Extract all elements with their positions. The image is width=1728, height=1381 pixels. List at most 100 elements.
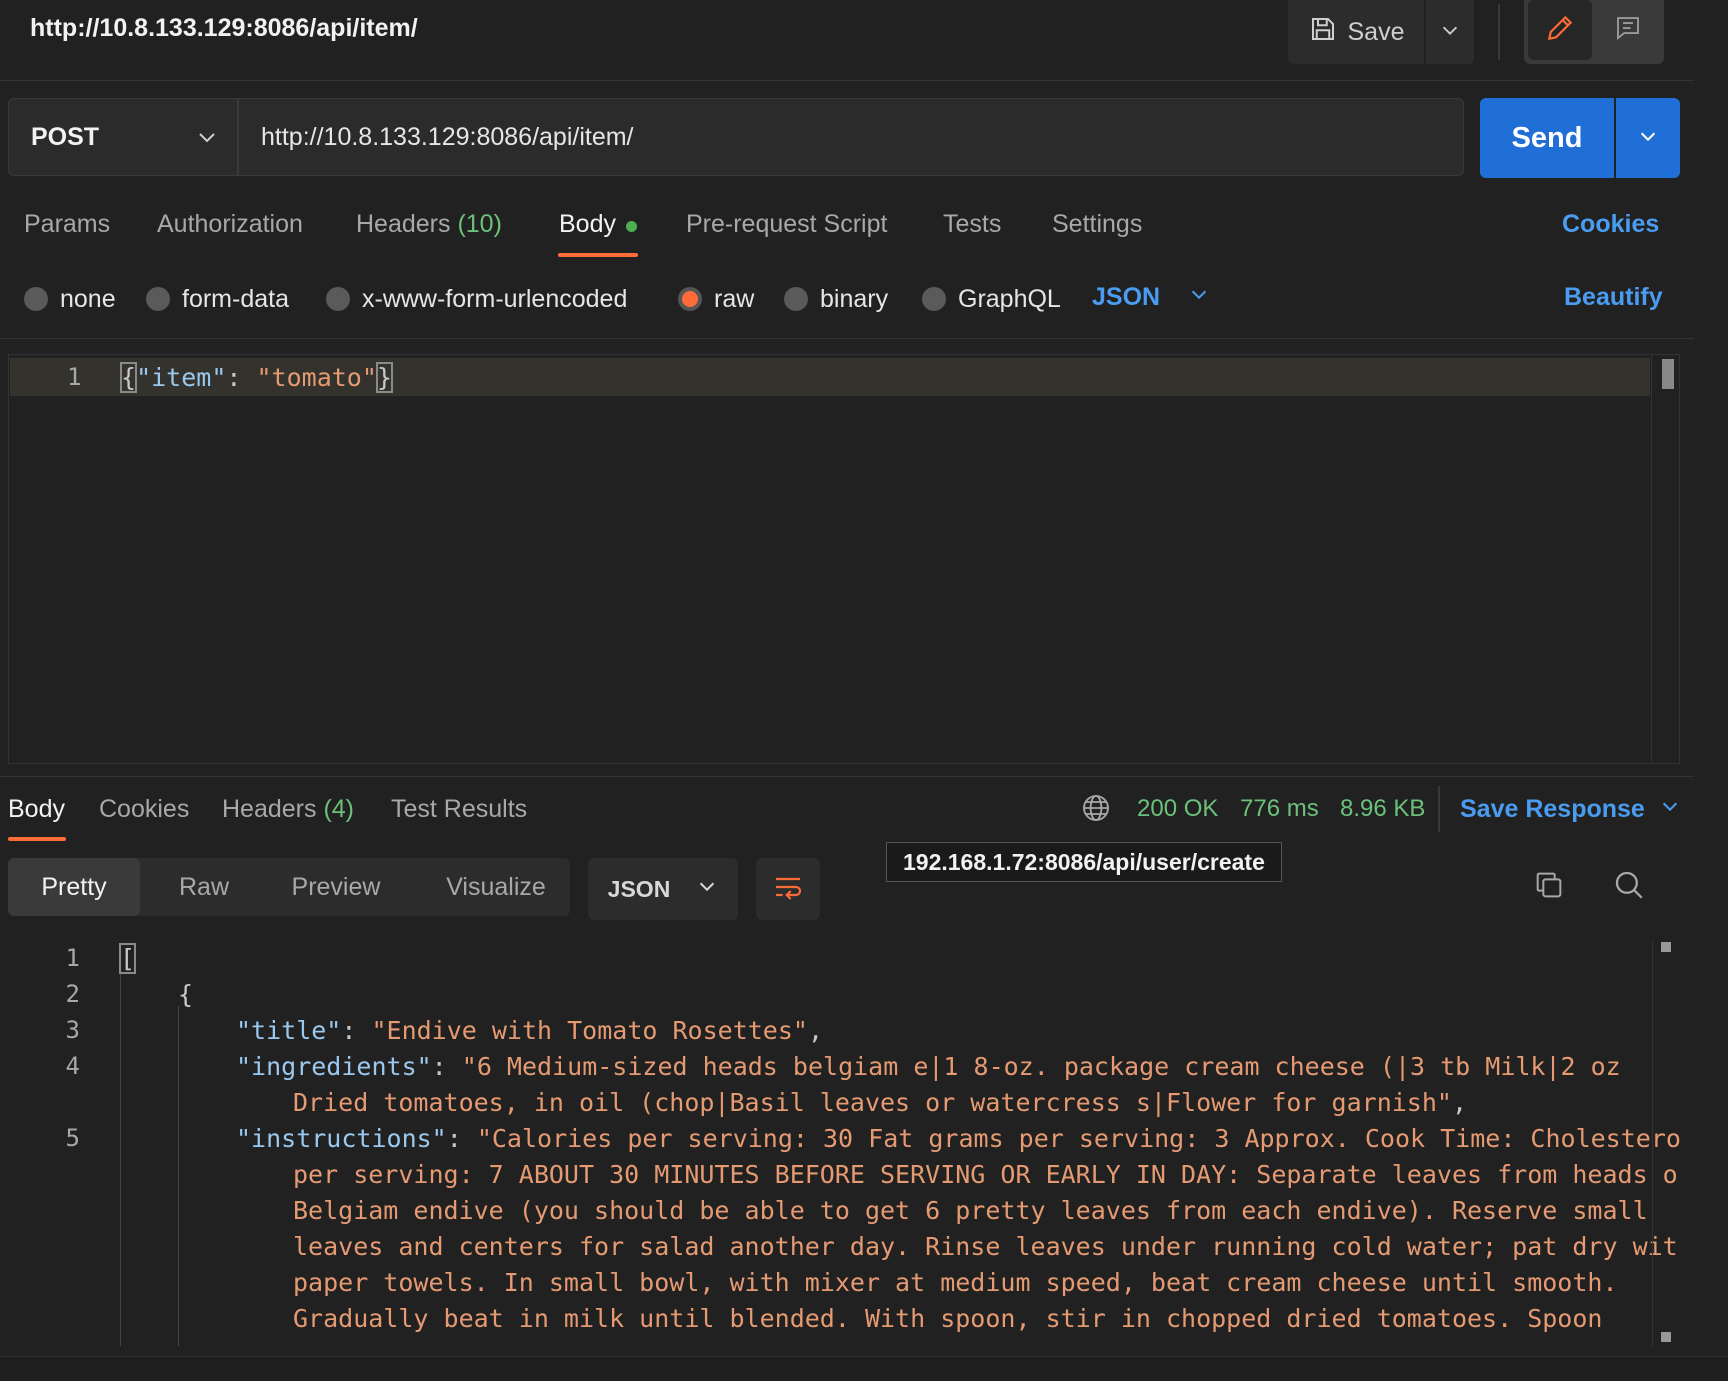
save-label: Save	[1347, 17, 1405, 46]
scrollbar-end-marker	[1661, 1332, 1671, 1342]
indent-guide	[120, 970, 121, 1346]
divider	[0, 338, 1694, 339]
pencil-icon	[1544, 12, 1576, 49]
json-key: "ingredients"	[236, 1052, 432, 1081]
send-options-button[interactable]	[1616, 98, 1680, 178]
comment-icon	[1613, 13, 1643, 48]
radio-label: GraphQL	[958, 284, 1061, 313]
response-tab-test-results[interactable]: Test Results	[391, 795, 527, 824]
json-line-instructions: "instructions": "Calories per serving: 3…	[236, 1124, 1680, 1153]
wrap-lines-icon	[772, 871, 804, 908]
line-number: 2	[65, 980, 80, 1008]
request-body-editor[interactable]: 1 {"item": "tomato"}	[8, 354, 1680, 764]
radio-indicator	[922, 287, 946, 311]
json-string: "Calories per serving: 30 Fat grams per …	[476, 1124, 1680, 1153]
json-colon: :	[341, 1016, 372, 1045]
view-preview-button[interactable]: Preview	[270, 858, 402, 916]
open-brace: {	[119, 362, 138, 393]
editor-scrollbar[interactable]	[1652, 940, 1680, 1346]
view-pretty-button[interactable]: Pretty	[8, 858, 140, 916]
method-select[interactable]: POST	[8, 98, 238, 176]
indent-guide	[178, 1006, 179, 1346]
json-colon: :	[446, 1124, 477, 1153]
mode-toggle-group	[1524, 0, 1664, 64]
response-tab-headers[interactable]: Headers (4)	[222, 795, 354, 824]
radio-label: none	[60, 284, 116, 313]
tab-authorization[interactable]: Authorization	[157, 210, 303, 239]
radio-indicator-selected	[678, 287, 702, 311]
json-array-open: [	[118, 943, 137, 974]
status-code[interactable]: 200 OK	[1137, 795, 1218, 823]
comments-button[interactable]	[1596, 0, 1660, 60]
tab-settings[interactable]: Settings	[1052, 210, 1142, 239]
line-number: 5	[65, 1124, 80, 1152]
url-tooltip: 192.168.1.72:8086/api/user/create	[886, 842, 1282, 882]
response-tab-headers-label: Headers	[222, 795, 317, 823]
radio-label: binary	[820, 284, 889, 313]
radio-graphql[interactable]: GraphQL	[922, 284, 1061, 314]
radio-indicator	[24, 287, 48, 311]
tab-pre-request-script[interactable]: Pre-request Script	[686, 210, 887, 239]
json-string: Dried tomatoes, in oil (chop|Basil leave…	[293, 1088, 1452, 1117]
json-colon: :	[226, 363, 257, 392]
response-view-group: Pretty Raw Preview Visualize	[8, 858, 570, 916]
open-bracket: [	[118, 943, 137, 974]
chevron-down-icon	[1188, 283, 1210, 312]
json-comma: ,	[1451, 1088, 1468, 1117]
line-number: 3	[65, 1016, 80, 1044]
editor-scrollbar[interactable]	[1651, 355, 1680, 763]
response-body-editor[interactable]: 1 2 3 4 5 [ { "title": "Endive with Toma…	[0, 940, 1680, 1346]
tab-params[interactable]: Params	[24, 210, 110, 239]
radio-label: raw	[714, 284, 755, 313]
request-body-code: {"item": "tomato"}	[119, 362, 393, 393]
divider	[1438, 786, 1440, 832]
tab-headers[interactable]: Headers (10)	[356, 210, 502, 239]
chevron-down-icon	[1637, 125, 1659, 152]
globe-icon[interactable]	[1080, 792, 1112, 829]
radio-raw[interactable]: raw	[678, 284, 754, 314]
body-language-select[interactable]: JSON	[1092, 283, 1210, 312]
tab-tests[interactable]: Tests	[943, 210, 1001, 239]
radio-x-www-form-urlencoded[interactable]: x-www-form-urlencoded	[326, 284, 627, 314]
json-line-ingredients-wrap: Dried tomatoes, in oil (chop|Basil leave…	[293, 1088, 1467, 1117]
send-button[interactable]: Send	[1480, 98, 1614, 178]
save-response-button[interactable]: Save Response	[1460, 795, 1681, 824]
save-options-button[interactable]	[1426, 0, 1474, 64]
radio-indicator	[146, 287, 170, 311]
beautify-button[interactable]: Beautify	[1564, 283, 1663, 312]
tab-body[interactable]: Body	[559, 210, 616, 239]
url-input[interactable]: http://10.8.133.129:8086/api/item/	[238, 98, 1464, 176]
line-number: 1	[67, 363, 82, 391]
active-tab-indicator	[558, 253, 638, 257]
wrap-lines-button[interactable]	[756, 858, 820, 920]
toolbar-divider	[1498, 4, 1500, 60]
scrollbar-thumb[interactable]	[1661, 942, 1671, 952]
radio-binary[interactable]: binary	[784, 284, 888, 314]
line-number: 4	[65, 1052, 80, 1080]
response-size[interactable]: 8.96 KB	[1340, 795, 1425, 823]
cookies-link[interactable]: Cookies	[1562, 210, 1659, 239]
json-line-instructions-wrap: per serving: 7 ABOUT 30 MINUTES BEFORE S…	[293, 1160, 1680, 1189]
response-tab-headers-count: (4)	[323, 795, 355, 823]
json-line-instructions-wrap: leaves and centers for salad another day…	[293, 1232, 1680, 1261]
request-title[interactable]: http://10.8.133.129:8086/api/item/	[30, 14, 418, 43]
json-line-title: "title": "Endive with Tomato Rosettes",	[236, 1016, 823, 1045]
copy-icon[interactable]	[1532, 868, 1566, 907]
close-brace: }	[375, 362, 393, 393]
response-tab-cookies[interactable]: Cookies	[99, 795, 189, 824]
scrollbar-thumb[interactable]	[1662, 359, 1674, 389]
view-raw-button[interactable]: Raw	[160, 858, 248, 916]
radio-form-data[interactable]: form-data	[146, 284, 289, 314]
save-button[interactable]: Save	[1288, 0, 1424, 64]
title-bar: http://10.8.133.129:8086/api/item/ Save	[0, 0, 1694, 81]
json-key: "instructions"	[236, 1124, 447, 1153]
response-time[interactable]: 776 ms	[1240, 795, 1319, 823]
chevron-down-icon	[195, 125, 219, 154]
search-icon[interactable]	[1612, 868, 1646, 907]
view-visualize-button[interactable]: Visualize	[426, 858, 566, 916]
response-format-select[interactable]: JSON	[588, 858, 738, 920]
line-number: 1	[65, 944, 80, 972]
edit-mode-button[interactable]	[1528, 0, 1592, 60]
response-tab-body[interactable]: Body	[8, 795, 65, 824]
radio-none[interactable]: none	[24, 284, 116, 314]
